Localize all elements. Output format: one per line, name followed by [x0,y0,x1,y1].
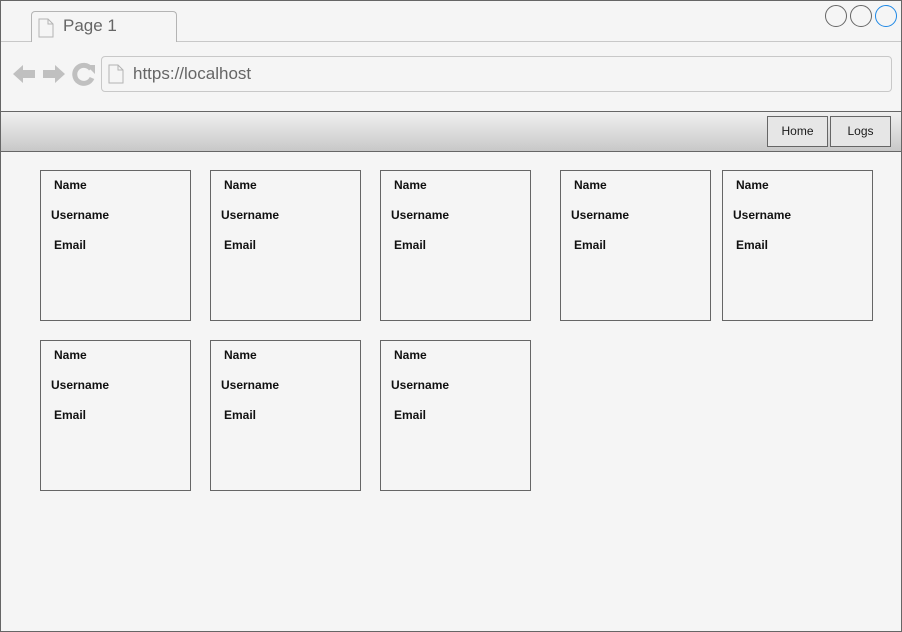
email-label: Email [54,408,87,422]
maximize-button[interactable] [850,5,872,27]
name-label: Name [394,178,427,192]
email-label: Email [736,238,769,252]
minimize-button[interactable] [825,5,847,27]
username-label: Username [733,208,792,222]
name-label: Name [394,348,427,362]
username-label: Username [51,378,110,392]
nav-toolbar: Home Logs [1,111,901,152]
email-label: Email [574,238,607,252]
email-label: Email [224,408,257,422]
address-bar[interactable]: https://localhost [101,56,892,92]
name-label: Name [224,348,257,362]
close-button[interactable] [875,5,897,27]
name-label: Name [54,348,87,362]
tab-label: Page 1 [63,16,117,35]
page-icon [108,64,124,84]
user-card[interactable]: Name Username Email [380,340,531,491]
user-card[interactable]: Name Username Email [40,170,191,321]
username-label: Username [571,208,630,222]
tab-strip: Page 1 [1,1,901,42]
browser-window: Page 1 https://localhost Home Logs Name … [0,0,902,632]
tab-page-1[interactable]: Page 1 [31,11,177,42]
user-card[interactable]: Name Username Email [560,170,711,321]
email-label: Email [394,408,427,422]
home-button[interactable]: Home [767,116,828,147]
name-label: Name [224,178,257,192]
user-card[interactable]: Name Username Email [40,340,191,491]
username-label: Username [391,208,450,222]
name-label: Name [574,178,607,192]
reload-icon[interactable] [72,62,96,86]
arrow-left-icon[interactable] [12,62,36,86]
username-label: Username [221,378,280,392]
user-card[interactable]: Name Username Email [722,170,873,321]
page-icon [38,18,54,38]
username-label: Username [221,208,280,222]
arrow-right-icon[interactable] [42,62,66,86]
url-text: https://localhost [133,64,252,83]
email-label: Email [224,238,257,252]
name-label: Name [736,178,769,192]
name-label: Name [54,178,87,192]
user-card[interactable]: Name Username Email [380,170,531,321]
logs-button[interactable]: Logs [830,116,891,147]
email-label: Email [54,238,87,252]
email-label: Email [394,238,427,252]
username-label: Username [391,378,450,392]
user-card[interactable]: Name Username Email [210,340,361,491]
username-label: Username [51,208,110,222]
user-card[interactable]: Name Username Email [210,170,361,321]
